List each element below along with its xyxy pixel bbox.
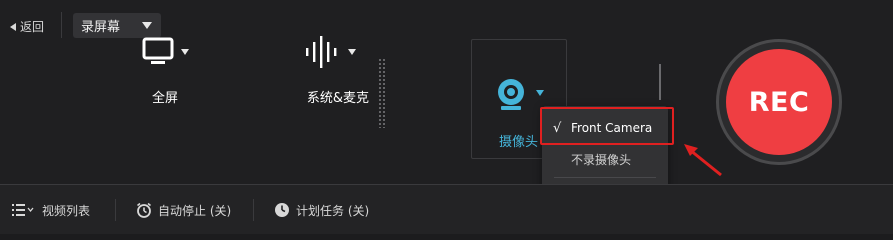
screen-source-label: 全屏 <box>151 91 178 106</box>
schedule-task-button[interactable]: 计划任务 (关) <box>274 185 369 235</box>
annotation-arrow-icon <box>684 144 722 177</box>
recorder-window: 返回 录屏幕 全屏 系统&麦克 摄像头 REC √ Front Camera 不… <box>0 0 893 234</box>
menu-divider <box>554 177 656 178</box>
footer-divider <box>115 199 116 221</box>
menu-item-no-camera[interactable]: 不录摄像头 <box>542 151 668 168</box>
audio-dropdown-icon[interactable] <box>348 49 356 55</box>
record-button[interactable]: REC <box>716 39 842 165</box>
video-list-button[interactable]: 视频列表 <box>12 185 90 235</box>
record-button-label: REC <box>726 49 832 155</box>
video-list-label: 视频列表 <box>42 203 91 218</box>
back-label: 返回 <box>20 20 45 34</box>
footer-bar: 视频列表 自动停止 (关) 计划任务 (关) <box>0 184 893 234</box>
auto-stop-button[interactable]: 自动停止 (关) <box>136 185 231 235</box>
screen-source[interactable]: 全屏 <box>115 0 215 138</box>
header-divider <box>61 12 62 38</box>
screen-dropdown-icon[interactable] <box>181 49 189 55</box>
auto-stop-label: 自动停止 (关) <box>158 203 232 218</box>
back-button[interactable]: 返回 <box>10 18 44 35</box>
webcam-icon <box>496 78 526 116</box>
monitor-icon <box>142 37 174 69</box>
audio-wave-icon <box>304 36 338 72</box>
highlight-box <box>540 107 674 145</box>
camera-divider <box>659 64 661 100</box>
audio-level-meter <box>378 58 386 128</box>
schedule-task-label: 计划任务 (关) <box>296 203 370 218</box>
alarm-clock-icon <box>137 202 151 218</box>
camera-dropdown-icon[interactable] <box>536 90 544 96</box>
footer-divider <box>253 199 254 221</box>
menu-item-label: 不录摄像头 <box>571 153 632 167</box>
list-icon <box>12 204 34 216</box>
audio-source[interactable]: 系统&麦克 <box>288 0 388 138</box>
back-arrow-icon <box>10 22 16 31</box>
clock-icon <box>275 203 289 217</box>
